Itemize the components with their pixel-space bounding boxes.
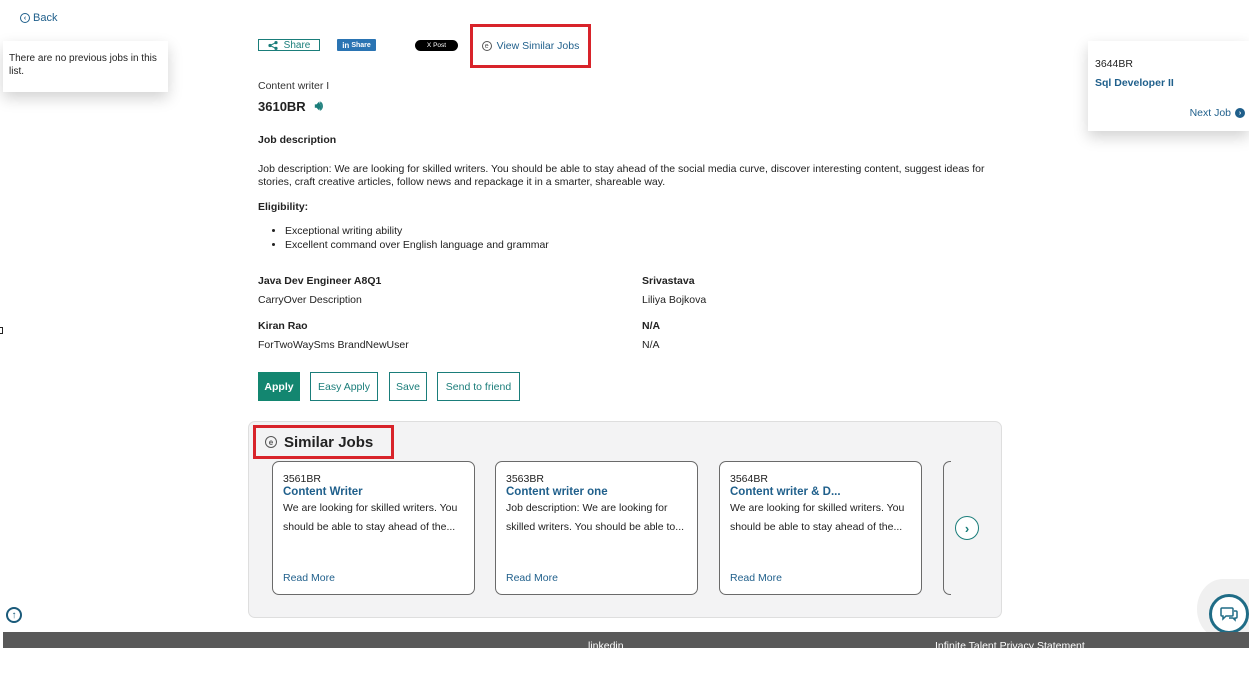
next-job-title[interactable]: Sql Developer II — [1095, 77, 1241, 89]
next-job-link[interactable]: Next Job › — [1190, 107, 1245, 119]
previous-job-message: There are no previous jobs in this list. — [9, 53, 157, 77]
view-similar-jobs-link[interactable]: e View Similar Jobs — [470, 24, 591, 68]
card-title[interactable]: Content writer one — [506, 486, 687, 498]
linkedin-icon: in — [342, 40, 350, 50]
similar-jobs-icon: e — [265, 436, 277, 448]
share-button[interactable]: Share — [258, 39, 320, 51]
next-job-label: Next Job — [1189, 107, 1231, 119]
chat-button[interactable] — [1209, 594, 1249, 634]
card-description: We are looking for skilled writers. You … — [283, 502, 458, 533]
x-post-label: X Post — [426, 42, 447, 49]
job-description-heading: Job description — [258, 134, 337, 146]
apply-button[interactable]: Apply — [258, 372, 300, 401]
card-req-id: 3564BR — [730, 473, 768, 485]
field-value: ForTwoWaySms BrandNewUser — [258, 339, 409, 351]
card-title[interactable]: Content Writer — [283, 486, 464, 498]
job-req-id: 3610BR — [258, 98, 306, 114]
speaker-icon[interactable]: 🔊︎ — [315, 98, 323, 114]
card-req-id: 3561BR — [283, 473, 321, 485]
next-job-req-id: 3644BR — [1095, 58, 1133, 70]
field-label: Kiran Rao — [258, 320, 308, 332]
save-button[interactable]: Save — [389, 372, 427, 401]
field-value: CarryOver Description — [258, 294, 362, 306]
field-value: N/A — [642, 339, 660, 351]
send-to-friend-button[interactable]: Send to friend — [437, 372, 520, 401]
card-description: We are looking for skilled writers. You … — [730, 502, 905, 533]
similar-jobs-heading: e Similar Jobs — [253, 425, 394, 459]
eligibility-list: Exceptional writing ability Excellent co… — [258, 224, 549, 252]
edge-marker — [0, 327, 3, 334]
job-req-id-row: 3610BR 🔊︎ — [258, 98, 323, 114]
previous-job-panel: There are no previous jobs in this list. — [3, 41, 168, 92]
similar-jobs-icon: e — [481, 41, 492, 51]
footer-linkedin-link[interactable]: linkedin — [588, 640, 624, 652]
eligibility-item: Exceptional writing ability — [285, 224, 549, 238]
language-label: English (United States) — [142, 648, 177, 684]
linkedin-share-button[interactable]: in Share — [337, 39, 376, 51]
chevron-right-icon: › — [964, 520, 970, 536]
eligibility-heading: Eligibility: — [258, 201, 309, 213]
privacy-statement-link[interactable]: Infinite Talent Privacy Statement — [935, 640, 1085, 652]
field-value: Liliya Bojkova — [642, 294, 707, 306]
job-description-text: Job description: We are looking for skil… — [258, 163, 985, 188]
next-job-panel: 3644BR Sql Developer II Next Job › — [1088, 41, 1249, 131]
similar-jobs-title: Similar Jobs — [284, 433, 374, 451]
footer: ◍ English (United States) linkedin Infin… — [3, 632, 1249, 684]
back-circle-icon: ‹ — [20, 13, 30, 23]
next-circle-icon: › — [1235, 108, 1245, 118]
x-post-button[interactable]: X Post — [415, 40, 458, 51]
back-label: Back — [33, 12, 58, 24]
eligibility-item: Excellent command over English language … — [285, 238, 549, 252]
chat-icon — [1220, 607, 1238, 622]
card-title[interactable]: Content writer & D... — [730, 486, 911, 498]
easy-apply-button[interactable]: Easy Apply — [310, 372, 378, 401]
carousel-next-button[interactable]: › — [955, 516, 979, 540]
card-description: Job description: We are looking for skil… — [506, 502, 685, 533]
job-subtitle: Content writer I — [258, 80, 330, 92]
scroll-top-icon: ↑ — [11, 609, 17, 621]
field-label: N/A — [642, 320, 661, 332]
field-label: Srivastava — [642, 275, 695, 287]
card-req-id: 3563BR — [506, 473, 544, 485]
read-more-link[interactable]: Read More — [283, 572, 335, 584]
field-label: Java Dev Engineer A8Q1 — [258, 275, 382, 287]
similar-job-card[interactable]: 3561BR Content Writer We are looking for… — [272, 461, 475, 595]
similar-job-card[interactable]: 3563BR Content writer one Job descriptio… — [495, 461, 698, 595]
linkedin-share-label: Share — [351, 41, 371, 49]
scroll-top-button[interactable]: ↑ — [6, 607, 22, 623]
partial-card-edge — [943, 461, 951, 595]
read-more-link[interactable]: Read More — [730, 572, 782, 584]
share-icon — [268, 40, 278, 50]
similar-job-card[interactable]: 3564BR Content writer & D... We are look… — [719, 461, 922, 595]
read-more-link[interactable]: Read More — [506, 572, 558, 584]
view-similar-label: View Similar Jobs — [496, 40, 580, 52]
back-link[interactable]: ‹ Back — [20, 12, 57, 24]
share-label: Share — [283, 39, 311, 51]
